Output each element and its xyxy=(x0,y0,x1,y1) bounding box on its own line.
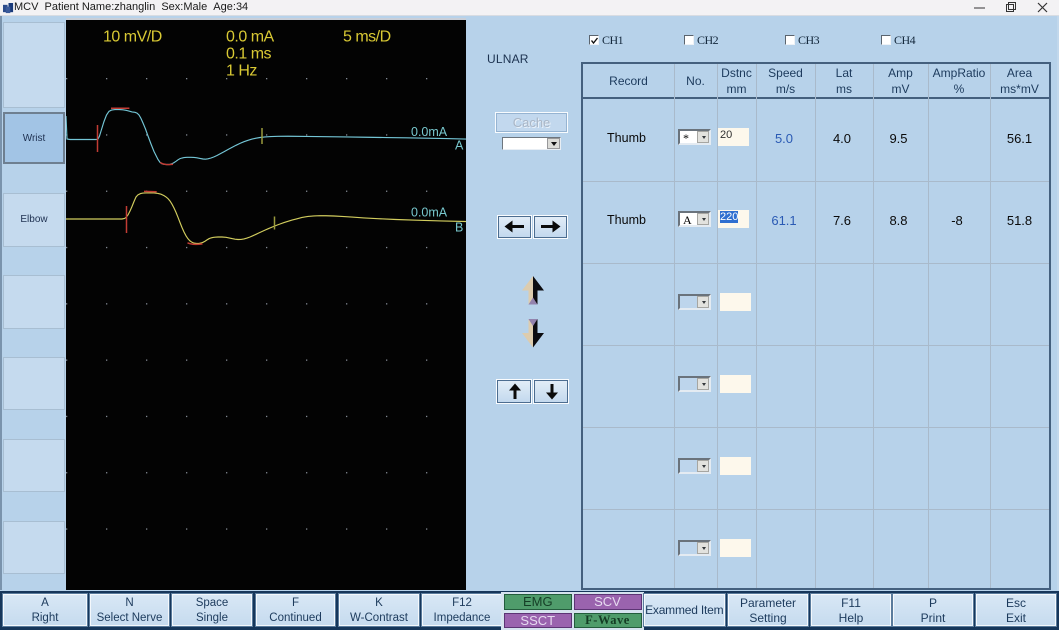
svg-text:5 ms/D: 5 ms/D xyxy=(343,29,391,46)
svg-text:0.0 mA: 0.0 mA xyxy=(226,29,275,46)
svg-text:0.0mA: 0.0mA xyxy=(411,125,448,139)
svg-text:10 mV/D: 10 mV/D xyxy=(103,29,162,46)
svg-text:1 Hz: 1 Hz xyxy=(226,62,257,79)
svg-text:0.0mA: 0.0mA xyxy=(411,206,448,220)
svg-text:A: A xyxy=(455,139,464,153)
svg-text:B: B xyxy=(455,221,463,235)
svg-text:0.1 ms: 0.1 ms xyxy=(226,46,272,63)
